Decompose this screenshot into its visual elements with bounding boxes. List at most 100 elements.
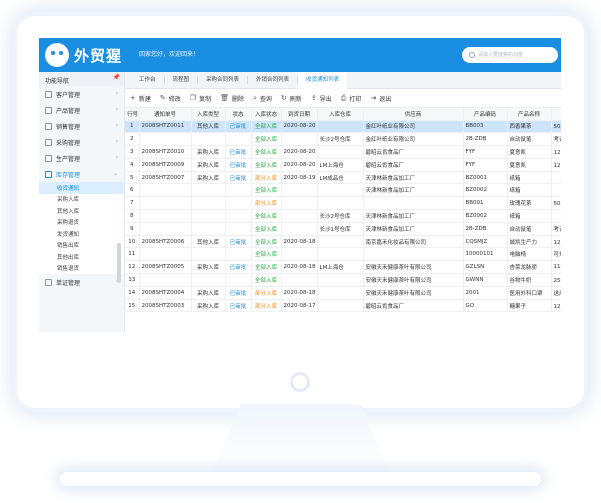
column-header[interactable]: 产品名称 bbox=[507, 108, 552, 121]
tab-2[interactable]: 采购合同列表 bbox=[198, 72, 247, 89]
copy-button[interactable]: ❐ 复制 bbox=[190, 94, 211, 103]
sidebar-item-5[interactable]: 库存管理 ⌄ bbox=[39, 166, 124, 182]
table-cell bbox=[191, 209, 226, 223]
toolbar-button-label: 打印 bbox=[349, 95, 362, 103]
table-cell: 杏荣龙脉骄 bbox=[507, 260, 552, 275]
table-cell: 4 bbox=[125, 158, 140, 172]
table-cell: 2020-08-20 bbox=[281, 158, 318, 172]
table-row[interactable]: 8 全部入库 长沙2号仓库 天津林新食品加工厂 BZ0002 纸箱 bbox=[125, 209, 561, 223]
tab-4[interactable]: 收货通知列表 bbox=[298, 71, 348, 89]
table-row[interactable]: 1 2008SHTZ0011 其他入库 已审批 全部入库 2020-08-20 金红叶纸业有… bbox=[125, 120, 561, 134]
table-cell: CQSMJZ bbox=[463, 235, 508, 249]
sub-menu-item[interactable]: 采购入库 bbox=[39, 194, 124, 206]
sidebar-item-documents[interactable]: 单证管理 › bbox=[39, 274, 124, 290]
sub-menu-item[interactable]: 销售退货 bbox=[39, 263, 124, 275]
print-button[interactable]: ⎙ 打印 bbox=[341, 94, 362, 103]
table-cell bbox=[281, 196, 318, 211]
tab-3[interactable]: 外销合同列表 bbox=[248, 72, 297, 89]
sidebar-item-2[interactable]: 销售管理 › bbox=[39, 118, 124, 134]
table-cell bbox=[551, 183, 561, 198]
sub-menu-item[interactable]: 其他入库 bbox=[39, 205, 124, 217]
table-row[interactable]: 7 部分入库 BB001玫瑰花茶50克一 bbox=[125, 196, 561, 211]
table-cell bbox=[281, 209, 318, 223]
table-cell: 1 bbox=[125, 120, 140, 134]
table-row[interactable]: 9 全部入库 长沙1号仓库天津林新食品加工厂2B-ZDB自动鼠笔考试专 bbox=[125, 222, 561, 236]
table-cell bbox=[317, 196, 364, 211]
sub-menu-item[interactable]: 销售出库 bbox=[39, 240, 124, 252]
table-cell: 11 bbox=[125, 247, 140, 262]
sub-menu-item[interactable]: 采购退货 bbox=[39, 217, 124, 229]
table-row[interactable]: 13 全部入库 安徽天禾健康茶叶有限公司GWNN谷物牛奶250克 bbox=[125, 273, 561, 287]
warehouse-icon bbox=[45, 170, 52, 178]
table-cell: 天津林新食品加工厂 bbox=[363, 183, 464, 198]
tab-0[interactable]: 工作台 bbox=[131, 72, 164, 89]
table-cell: 全部入库 bbox=[251, 260, 282, 275]
exit-button[interactable]: ⇥ 退出 bbox=[370, 94, 391, 103]
table-row[interactable]: 5 2008SHTZ0007 采购入库 已审批 部分入库 2020-08-19 LM成品仓天… bbox=[125, 171, 561, 185]
pin-icon[interactable]: 📌 bbox=[113, 74, 120, 81]
export-button[interactable]: ⇪ 导出 bbox=[311, 94, 332, 103]
edit-button[interactable]: ✎ 修改 bbox=[160, 94, 181, 103]
tab-1[interactable]: 流程图 bbox=[165, 72, 198, 89]
column-header[interactable]: 状态 bbox=[225, 108, 252, 121]
refresh-button[interactable]: ↻ 刷新 bbox=[281, 94, 302, 103]
table-cell: 2001 bbox=[463, 286, 508, 300]
column-header[interactable]: 供应商 bbox=[363, 108, 464, 121]
table-row[interactable]: 3 2008SHTZ0010 采购入库 已审批 全部入库 2020-08-20 碧昭云肯食品… bbox=[125, 145, 561, 159]
table-cell: BZ0002 bbox=[463, 183, 508, 198]
table-cell: 2008SHTZ0007 bbox=[139, 171, 192, 185]
search-button[interactable]: ⌕ 查询 bbox=[253, 94, 272, 103]
table-cell: 医用外科口罩 bbox=[507, 286, 552, 300]
app-screen: 外贸猩 回家您好，欢迎回来！ 功能导航 📌 客户管理›产品管理›销售管理›采购管… bbox=[39, 38, 561, 332]
table-cell: 安徽天禾健康茶叶有限公司 bbox=[363, 260, 464, 275]
search-input[interactable] bbox=[462, 47, 558, 63]
table-cell: 采购入库 bbox=[191, 260, 226, 275]
table-row[interactable]: 10 2008SHTZ0006 其他入库 已审批 全部入库 2020-08-18 南京嘉禾化… bbox=[125, 235, 561, 249]
table-cell: 已审批 bbox=[225, 260, 252, 275]
table-cell: 安徽天禾健康茶叶有限公司 bbox=[363, 273, 464, 287]
sub-menu-item[interactable]: 其他出库 bbox=[39, 251, 124, 263]
column-header[interactable]: 到货日期 bbox=[281, 108, 318, 121]
sidebar-item-label: 销售管理 bbox=[56, 123, 81, 131]
sidebar-item-0[interactable]: 客户管理 › bbox=[39, 86, 124, 102]
column-header[interactable]: 入库类型 bbox=[191, 108, 226, 121]
table-row[interactable]: 11 全部入库 10000101电脑椅可升 bbox=[125, 247, 561, 262]
table-cell: BZ0001 bbox=[463, 171, 508, 185]
table-cell: 13 bbox=[125, 273, 140, 287]
sub-menu-item[interactable]: 发货通知 bbox=[39, 228, 124, 240]
column-header[interactable]: 入库仓库 bbox=[317, 108, 364, 121]
column-header[interactable]: 行号 bbox=[125, 108, 140, 121]
toolbar-button-label: 查询 bbox=[259, 95, 272, 103]
table-cell bbox=[317, 183, 364, 198]
table-cell: 天津林新食品加工厂 bbox=[363, 209, 464, 223]
sidebar-item-3[interactable]: 采购管理 › bbox=[39, 134, 124, 150]
table-row[interactable]: 6 全部入库 天津林新食品加工厂 BZ0002 纸箱 bbox=[125, 183, 561, 198]
table-cell: 已审批 bbox=[225, 299, 252, 313]
table-row[interactable]: 14 2008SHTZ0004 采购入库 已审批 部分入库 2020-08-18 安徽天禾健… bbox=[125, 286, 561, 300]
search-icon bbox=[469, 52, 475, 58]
table-cell: 全部入库 bbox=[251, 222, 282, 236]
toolbar-button-label: 删除 bbox=[231, 95, 244, 103]
sidebar-item-1[interactable]: 产品管理 › bbox=[39, 102, 124, 118]
sidebar-title: 功能导航 📌 bbox=[39, 72, 124, 86]
table-cell: BZ0002 bbox=[463, 209, 508, 223]
column-header[interactable]: 通知单号 bbox=[139, 108, 192, 121]
column-header[interactable] bbox=[551, 108, 561, 121]
sidebar-item-4[interactable]: 生产管理 › bbox=[39, 150, 124, 166]
table-cell bbox=[317, 235, 364, 249]
table-row[interactable]: 2 全部入库 长沙2号仓库金红叶纸业有限公司2B-ZDB自动鼠笔考试专 bbox=[125, 132, 561, 147]
table-cell: 碧昭云肯食品厂 bbox=[363, 145, 464, 159]
table-cell: 全部入库 bbox=[251, 247, 282, 262]
table-cell: LM成品仓 bbox=[317, 171, 364, 185]
plus-button[interactable]: + 新建 bbox=[130, 94, 151, 103]
logo[interactable]: 外贸猩 bbox=[45, 43, 122, 67]
table-row[interactable]: 15 2008SHTZ0003 采购入库 已审批 部分入库 2020-08-17 碧昭云肯食… bbox=[125, 299, 561, 313]
sub-menu-item[interactable]: 收货通知 bbox=[39, 182, 124, 194]
table-cell bbox=[281, 247, 318, 262]
sidebar-scrollbar[interactable] bbox=[117, 243, 121, 283]
column-header[interactable]: 入库状态 bbox=[251, 108, 282, 121]
table-row[interactable]: 4 2008SHTZ0009 采购入库 已审批 全部入库 2020-08-20 LM上海仓碧… bbox=[125, 158, 561, 172]
column-header[interactable]: 产品编码 bbox=[463, 108, 508, 121]
trash-button[interactable]: 🗑 删除 bbox=[220, 94, 244, 103]
table-row[interactable]: 12 2008SHTZ0005 采购入库 已审批 全部入库 2020-08-18 LM上海仓… bbox=[125, 260, 561, 275]
